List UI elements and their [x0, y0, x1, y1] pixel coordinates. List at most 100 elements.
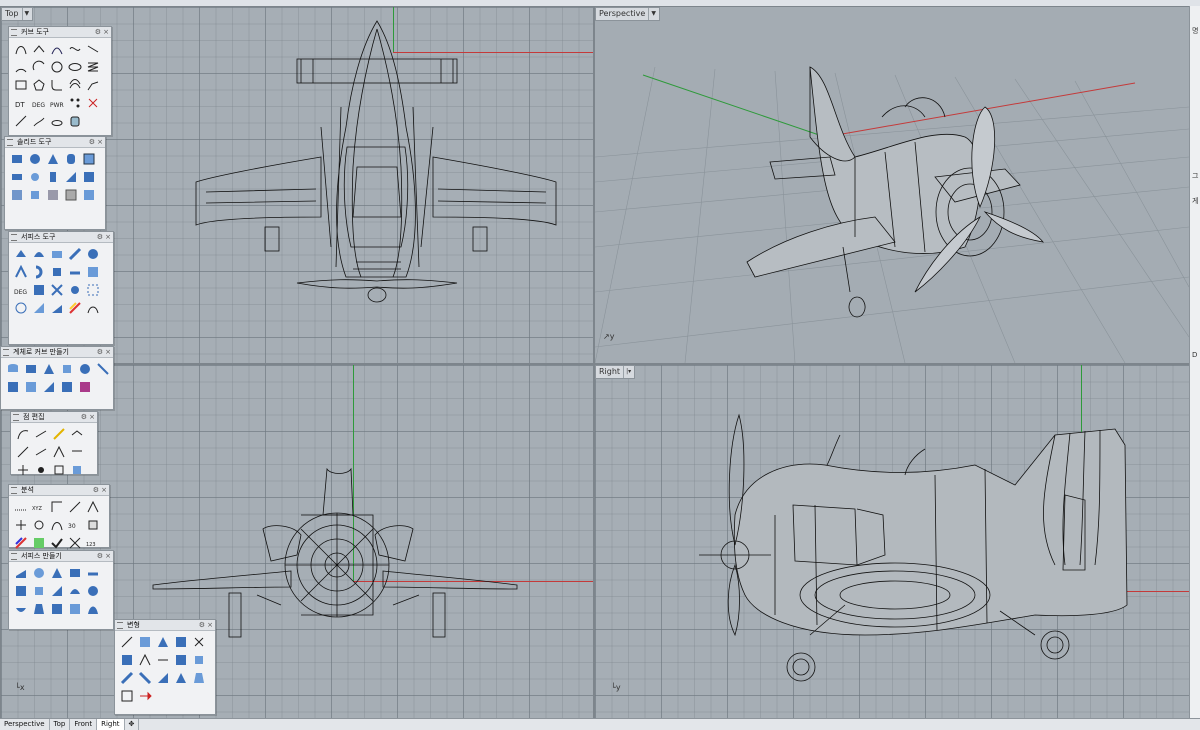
tab-perspective[interactable]: Perspective: [0, 719, 50, 730]
surface-tool-icon[interactable]: [85, 246, 101, 262]
cross-tool-icon[interactable]: [85, 95, 101, 111]
panel-title-bar[interactable]: 변형 ⚙ ×: [115, 620, 215, 631]
curve-from-object-panel[interactable]: 계체로 커브 만들기 ⚙ ×: [0, 346, 114, 410]
panel-title-bar[interactable]: 커브 도구 ⚙ ×: [9, 27, 111, 38]
transform-tool-icon[interactable]: [191, 634, 207, 650]
solid-tools-panel[interactable]: 솔리드 도구 ⚙ ×: [4, 136, 106, 230]
surface-create-icon[interactable]: [13, 601, 29, 617]
offset-tool-icon[interactable]: [67, 77, 83, 93]
surface-tool-icon[interactable]: [67, 264, 83, 280]
surface-tool-icon[interactable]: [31, 300, 47, 316]
solid-tool-icon[interactable]: [81, 151, 97, 167]
gear-icon[interactable]: ⚙: [97, 232, 103, 242]
surface-create-icon[interactable]: [85, 601, 101, 617]
surface-create-icon[interactable]: [31, 565, 47, 581]
close-icon[interactable]: ×: [97, 137, 103, 147]
transform-tool-icon[interactable]: [119, 688, 135, 704]
gear-icon[interactable]: ⚙: [89, 137, 95, 147]
close-icon[interactable]: ×: [207, 620, 213, 630]
transform-tool-icon[interactable]: [119, 670, 135, 686]
analysis-tool-icon[interactable]: [49, 517, 65, 533]
gear-icon[interactable]: ⚙: [199, 620, 205, 630]
grip-icon[interactable]: [11, 553, 17, 560]
gear-icon[interactable]: ⚙: [97, 551, 103, 561]
add-tab-plus-icon[interactable]: ✥: [125, 719, 140, 730]
solid-tool-icon[interactable]: [9, 151, 25, 167]
surface-create-icon[interactable]: [49, 565, 65, 581]
surface-create-icon[interactable]: [67, 601, 83, 617]
solid-tool-icon[interactable]: [63, 169, 79, 185]
analysis-tool-icon[interactable]: [49, 499, 65, 515]
solid-tool-icon[interactable]: [81, 187, 97, 203]
gear-icon[interactable]: ⚙: [93, 485, 99, 495]
ellipse-tool-icon[interactable]: [67, 59, 83, 75]
surface-tool-icon[interactable]: [49, 300, 65, 316]
edit-point-tool-icon[interactable]: [69, 426, 85, 442]
object-tool-icon[interactable]: [41, 361, 57, 377]
project-tool-icon[interactable]: [49, 113, 65, 129]
surface-tool-icon[interactable]: [13, 300, 29, 316]
surface-tool-icon[interactable]: [49, 264, 65, 280]
panel-title-bar[interactable]: 서피스 만들기 ⚙ ×: [9, 551, 113, 562]
edit-point-tool-icon[interactable]: [69, 462, 85, 478]
solid-tool-icon[interactable]: [9, 187, 25, 203]
surface-create-icon[interactable]: [49, 583, 65, 599]
transform-tool-icon[interactable]: [119, 652, 135, 668]
curve-tool-icon[interactable]: [13, 41, 29, 57]
solid-tool-icon[interactable]: [45, 187, 61, 203]
solid-tool-icon[interactable]: [81, 169, 97, 185]
solid-tool-icon[interactable]: [27, 187, 43, 203]
viewport-right[interactable]: └y Right |▾: [594, 364, 1190, 720]
transform-tool-icon[interactable]: [155, 670, 171, 686]
polygon-tool-icon[interactable]: [31, 77, 47, 93]
curve-tools-panel[interactable]: 커브 도구 ⚙ × DT DEG PWR: [8, 26, 112, 136]
solid-tool-icon[interactable]: [45, 151, 61, 167]
object-tool-icon[interactable]: [59, 379, 75, 395]
close-icon[interactable]: ×: [105, 347, 111, 357]
solid-tool-icon[interactable]: [63, 187, 79, 203]
curve-tool-icon[interactable]: [31, 41, 47, 57]
edit-point-tool-icon[interactable]: [15, 462, 31, 478]
surface-tool-icon[interactable]: [31, 282, 47, 298]
transform-tool-icon[interactable]: [155, 652, 171, 668]
edit-point-tool-icon[interactable]: [33, 462, 49, 478]
panel-title-bar[interactable]: 솔리드 도구 ⚙ ×: [5, 137, 105, 148]
rectangle-tool-icon[interactable]: [13, 77, 29, 93]
close-icon[interactable]: ×: [103, 27, 109, 37]
edit-point-tool-icon[interactable]: [51, 462, 67, 478]
surface-create-icon[interactable]: [13, 583, 29, 599]
tab-top[interactable]: Top: [50, 719, 71, 730]
cylinder-tool-icon[interactable]: [5, 361, 21, 377]
transform-tool-icon[interactable]: [155, 634, 171, 650]
grip-icon[interactable]: [3, 349, 9, 356]
analysis-tool-icon[interactable]: [31, 517, 47, 533]
object-tool-icon[interactable]: [59, 361, 75, 377]
surface-create-icon[interactable]: [31, 601, 47, 617]
surface-create-icon[interactable]: [31, 583, 47, 599]
transform-tool-icon[interactable]: [137, 670, 153, 686]
surface-create-panel[interactable]: 서피스 만들기 ⚙ ×: [8, 550, 114, 630]
solid-tool-icon[interactable]: [27, 169, 43, 185]
analysis-tool-icon[interactable]: [85, 517, 101, 533]
solid-tool-icon[interactable]: [45, 169, 61, 185]
transform-tool-icon[interactable]: [173, 670, 189, 686]
arc-tool-icon[interactable]: [13, 59, 29, 75]
grip-icon[interactable]: [11, 29, 17, 36]
surface-create-icon[interactable]: [85, 565, 101, 581]
surface-create-icon[interactable]: [13, 565, 29, 581]
grip-icon[interactable]: [11, 487, 17, 494]
analysis-panel[interactable]: 분석 ⚙ × XYZ 30 123: [8, 484, 110, 549]
grip-icon[interactable]: [117, 622, 123, 629]
gear-icon[interactable]: ⚙: [95, 27, 101, 37]
viewport-label-right[interactable]: Right |▾: [595, 365, 636, 379]
close-icon[interactable]: ×: [89, 412, 95, 422]
transform-tool-icon[interactable]: [173, 652, 189, 668]
object-tool-icon[interactable]: [23, 361, 39, 377]
arc-tool-icon[interactable]: [31, 59, 47, 75]
points-tool-icon[interactable]: [67, 95, 83, 111]
point-edit-panel[interactable]: 점 편집 ⚙ ×: [10, 411, 98, 475]
transform-tool-icon[interactable]: [119, 634, 135, 650]
close-icon[interactable]: ×: [105, 551, 111, 561]
object-tool-icon[interactable]: [77, 379, 93, 395]
edit-point-tool-icon[interactable]: [69, 444, 85, 460]
